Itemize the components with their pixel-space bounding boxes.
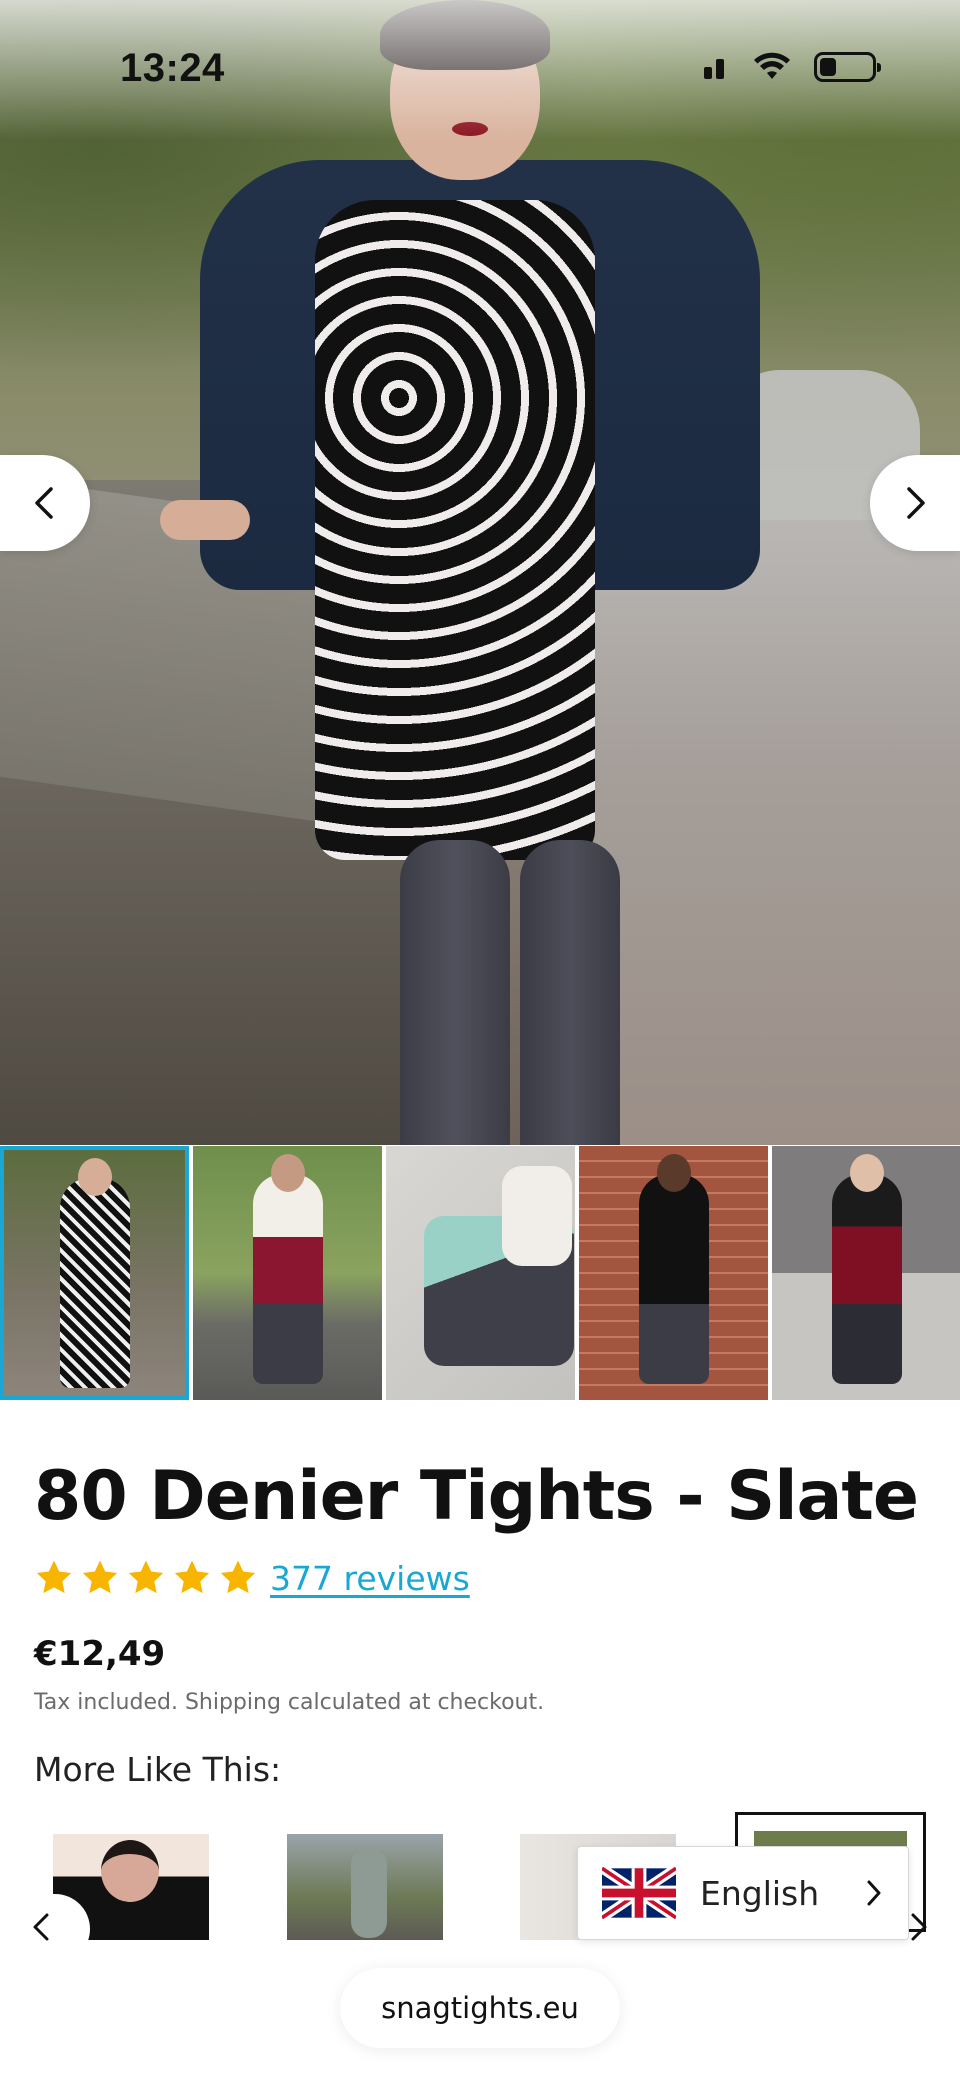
- left-leg-tights: [400, 840, 510, 1145]
- thumbnail-3[interactable]: [386, 1146, 575, 1400]
- thumb-head: [270, 1154, 305, 1192]
- tax-note: Tax included. Shipping calculated at che…: [34, 1690, 545, 1715]
- chevron-right-icon: [907, 487, 925, 519]
- thumbnail-1[interactable]: [0, 1146, 189, 1400]
- product-rating: 377 reviews: [34, 1558, 470, 1598]
- thumbnail-2[interactable]: [193, 1146, 382, 1400]
- chevron-left-icon: [35, 487, 53, 519]
- right-leg-tights: [520, 840, 620, 1145]
- wifi-icon: [754, 52, 790, 79]
- status-time: 13:24: [120, 46, 225, 90]
- thumbnail-strip: [0, 1146, 960, 1400]
- model-figure: [160, 0, 770, 1145]
- star-icon: [128, 1560, 164, 1594]
- chevron-right-icon: [867, 1880, 881, 1906]
- star-icon: [174, 1560, 210, 1594]
- printed-dress: [315, 200, 595, 860]
- chevron-left-icon[interactable]: [30, 1912, 54, 1942]
- status-icons: [704, 52, 881, 82]
- language-selector[interactable]: English: [577, 1846, 909, 1940]
- star-icon: [36, 1560, 72, 1594]
- recommended-product-image: [351, 1848, 387, 1938]
- status-bar: 13:24: [0, 0, 960, 140]
- recommended-product-image: [101, 1840, 159, 1902]
- chevron-right-icon[interactable]: [906, 1912, 930, 1942]
- thumb-head: [502, 1166, 573, 1266]
- product-hero-image[interactable]: 13:24: [0, 0, 960, 1145]
- recommended-product-2[interactable]: [287, 1834, 443, 1940]
- thumb-person: [638, 1174, 709, 1384]
- more-like-this-heading: More Like This:: [34, 1750, 282, 1789]
- url-text: snagtights.eu: [381, 1991, 579, 2025]
- thumb-head: [656, 1154, 691, 1192]
- battery-icon: [814, 52, 881, 82]
- thumb-head: [849, 1154, 884, 1192]
- browser-url-bar[interactable]: snagtights.eu: [340, 1968, 620, 2048]
- thumb-head: [77, 1158, 112, 1196]
- star-icon: [220, 1560, 256, 1594]
- thumb-person: [831, 1174, 902, 1384]
- language-label: English: [700, 1873, 820, 1913]
- product-price: €12,49: [34, 1634, 166, 1674]
- uk-flag-icon: [602, 1866, 676, 1920]
- thumbnail-4[interactable]: [579, 1146, 768, 1400]
- thumbnail-5[interactable]: [772, 1146, 960, 1400]
- reviews-link[interactable]: 377 reviews: [270, 1559, 470, 1598]
- product-title: 80 Denier Tights - Slate: [34, 1457, 919, 1536]
- model-hand: [160, 500, 250, 540]
- cellular-signal-icon: [704, 55, 730, 79]
- thumb-person: [252, 1174, 323, 1384]
- gallery-next-button[interactable]: [870, 455, 960, 551]
- thumb-person: [59, 1178, 130, 1388]
- star-icon: [82, 1560, 118, 1594]
